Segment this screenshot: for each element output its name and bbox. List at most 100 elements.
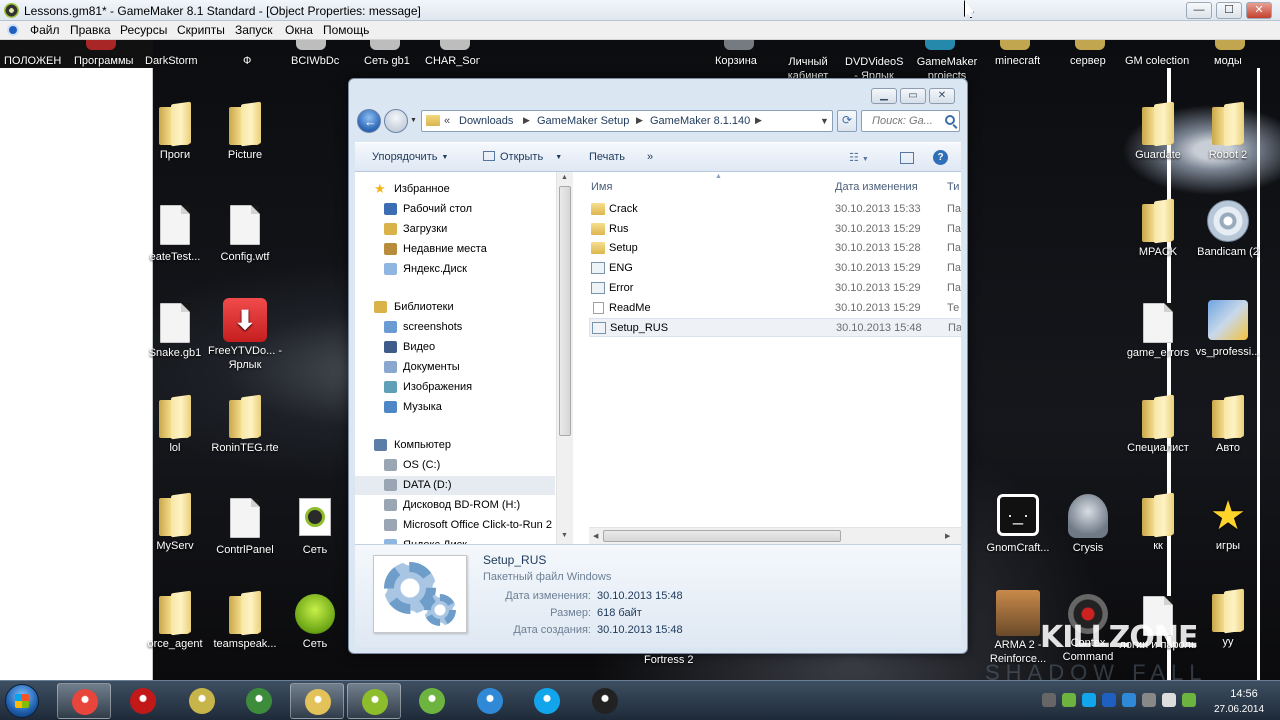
nav-item[interactable]: Компьютер [355,436,555,455]
desktop-icon[interactable]: MyServ [135,494,215,552]
navigation-scrollbar[interactable]: ▲ ▼ [556,172,573,544]
desktop-icon[interactable]: Guardate [1118,103,1198,161]
scroll-up-icon[interactable]: ▲ [561,174,568,181]
nav-item[interactable]: DATA (D:) [355,476,555,495]
start-button[interactable] [5,684,39,718]
more-commands-button[interactable]: » [647,151,653,163]
breadcrumb-separator-icon[interactable]: ▶ [523,115,530,126]
flag-icon[interactable] [1162,693,1176,707]
menu-run[interactable]: Запуск [235,23,273,37]
desktop-icon[interactable]: ·_· GnomCraft... [978,494,1058,554]
close-button[interactable]: ✕ [1246,2,1272,19]
nav-item[interactable]: Загрузки [355,220,555,239]
taskbar-explorer-button[interactable] [290,683,344,719]
explorer-minimize-button[interactable]: ▁ [871,88,897,104]
breadcrumb-gamemaker-setup[interactable]: GameMaker Setup [537,115,629,127]
nav-item[interactable]: screenshots [355,318,555,337]
desktop-icon[interactable]: vs_professi... [1188,300,1268,358]
refresh-button[interactable]: ⟳ [837,110,857,132]
desktop-icon[interactable]: eateTest... [135,205,215,263]
nav-item[interactable]: Документы [355,358,555,377]
explorer-close-button[interactable]: ✕ [929,88,955,104]
nav-item[interactable]: Недавние места [355,240,555,259]
taskbar-monitor-button[interactable] [232,683,286,719]
taskbar-chrome-button[interactable] [57,683,111,719]
breadcrumb-downloads[interactable]: Downloads [459,115,513,127]
scrollbar-thumb[interactable] [603,530,841,542]
desktop-icon[interactable]: кк [1118,494,1198,552]
desktop-icon[interactable]: Bandicam (2 [1188,200,1268,258]
nav-item[interactable]: Microsoft Office Click-to-Run 2 [355,516,555,535]
desktop-icon[interactable]: ⬇ FreeYTVDo... - Ярлык [205,298,285,372]
help-icon[interactable]: ? [933,150,948,165]
desktop-icon[interactable]: Picture [205,103,285,161]
preview-pane-icon[interactable] [900,152,914,164]
desktop-icon[interactable]: ContrlPanel [205,498,285,556]
show-hidden-icon[interactable] [1042,693,1056,707]
view-options-icon[interactable]: ☷ ▼ [849,151,869,164]
clock-date[interactable]: 27.06.2014 [1204,704,1274,715]
desktop-icon-label[interactable]: Ф [243,55,251,67]
taskbar-skype-button[interactable] [520,683,574,719]
desktop-icon[interactable]: Snake.gb1 [135,303,215,359]
desktop-icon[interactable]: ★ игры [1188,494,1268,552]
desktop-icon[interactable]: Config.wtf [205,205,285,263]
breadcrumb-overflow[interactable]: « [444,115,450,127]
desktop-icon[interactable]: Сеть [275,498,355,556]
shield-icon[interactable] [1102,693,1116,707]
desktop-icon-label[interactable]: Fortress 2 [644,654,694,666]
menu-help[interactable]: Помощь [323,23,369,37]
desktop-icon[interactable]: lol [135,396,215,454]
desktop-icon[interactable]: orce_agent [135,592,215,650]
taskbar-game-button[interactable] [175,683,229,719]
desktop-icon[interactable]: уу [1188,590,1268,648]
file-row[interactable]: Error 30.10.2013 15:29 Па [589,279,961,298]
column-header-date[interactable]: Дата изменения [835,181,918,193]
resource-tree-pane[interactable] [0,68,153,680]
menu-edit[interactable]: Правка [70,23,111,37]
explorer-maximize-button[interactable]: ▭ [900,88,926,104]
taskbar-gamemaker-button[interactable] [347,683,401,719]
nav-item[interactable]: ★ Избранное [355,180,555,199]
desktop-icon-label[interactable]: моды [1214,55,1242,67]
breadcrumb-separator-icon[interactable]: ▶ [636,115,643,126]
desktop-icon-label[interactable]: minecraft [995,55,1040,67]
skype-tray-icon[interactable] [1082,693,1096,707]
desktop-icon[interactable]: MPACK [1118,200,1198,258]
taskbar-obs-button[interactable] [578,683,632,719]
nav-item[interactable]: OS (C:) [355,456,555,475]
history-dropdown-icon[interactable]: ▼ [410,117,417,124]
nav-item[interactable]: Изображения [355,378,555,397]
menu-windows[interactable]: Окна [285,23,313,37]
desktop-icon-label[interactable]: BCIWbDc [291,55,341,67]
nav-item[interactable]: Библиотеки [355,298,555,317]
desktop-icon[interactable]: game_errors [1118,303,1198,359]
nav-item[interactable]: Дисковод BD-ROM (H:) [355,496,555,515]
desktop-icon-label[interactable]: сервер [1070,55,1106,67]
menu-file[interactable]: Файл [30,23,60,37]
breadcrumb-separator-icon[interactable]: ▶ [755,115,762,126]
address-bar[interactable]: « Downloads ▶ GameMaker Setup ▶ GameMake… [421,110,833,132]
organize-button[interactable]: Упорядочить ▼ [372,151,448,163]
horizontal-scrollbar[interactable]: ◀ ▶ [589,527,961,544]
menu-scripts[interactable]: Скрипты [177,23,225,37]
scroll-down-icon[interactable]: ▼ [561,532,568,539]
back-button[interactable]: ← [357,109,381,133]
desktop-icon-label[interactable]: Сеть gb1 [364,55,410,67]
open-button[interactable]: Открыть ▼ [483,151,562,163]
desktop-icon[interactable]: Crysis [1048,494,1128,554]
desktop-icon-label[interactable]: ПОЛОЖЕН [4,55,62,67]
desktop-icon-label[interactable]: DarkStorm [145,55,198,67]
taskbar-utorrent-button[interactable] [405,683,459,719]
mdi-window-icon[interactable] [7,24,19,36]
desktop-icon[interactable]: RoninTEG.rte [205,396,285,454]
file-row[interactable]: ENG 30.10.2013 15:29 Па [589,259,961,278]
clock-time[interactable]: 14:56 [1214,688,1274,700]
address-dropdown-icon[interactable]: ▼ [820,116,829,126]
desktop-icon-label[interactable]: Программы [74,55,133,67]
print-button[interactable]: Печать [589,151,625,163]
column-header-name[interactable]: Имя [591,181,612,193]
desktop-icon-label[interactable]: Корзина [715,55,757,67]
column-header-type[interactable]: Ти [947,181,959,193]
scroll-left-icon[interactable]: ◀ [593,532,598,540]
